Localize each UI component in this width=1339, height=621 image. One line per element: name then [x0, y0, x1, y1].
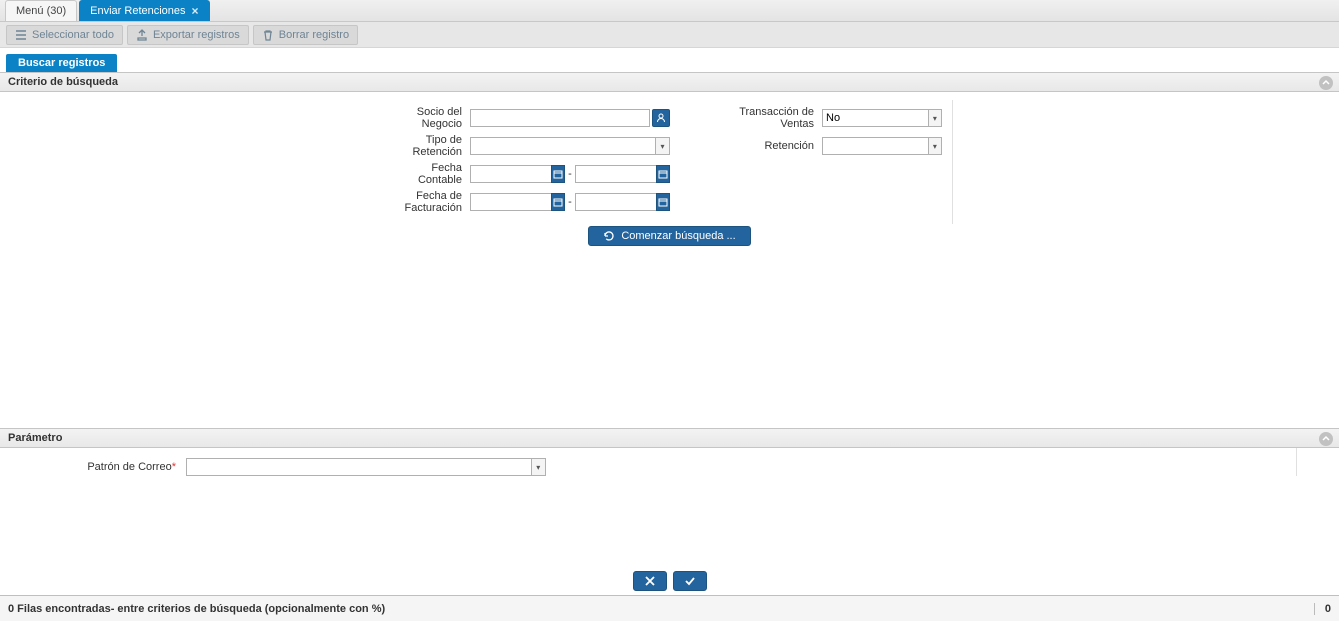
- search-label: Comenzar búsqueda ...: [621, 230, 735, 242]
- param-section: Parámetro Patrón de Correo* ▾: [0, 428, 1339, 476]
- calendar-icon[interactable]: [656, 193, 670, 211]
- select-all-button[interactable]: Seleccionar todo: [6, 25, 123, 45]
- label-sales-trx: Transacción de Ventas: [708, 106, 818, 130]
- chevron-down-icon[interactable]: ▾: [928, 109, 942, 127]
- select-all-label: Seleccionar todo: [32, 29, 114, 41]
- invoice-date-from[interactable]: [470, 193, 551, 211]
- invoice-date-to[interactable]: [575, 193, 656, 211]
- label-withholding: Retención: [708, 140, 818, 152]
- main-tabs: Menú (30) Enviar Retenciones ×: [0, 0, 1339, 22]
- collapse-icon[interactable]: [1319, 432, 1333, 446]
- toolbar: Seleccionar todo Exportar registros Borr…: [0, 22, 1339, 48]
- list-icon: [15, 29, 27, 41]
- subtab-label: Buscar registros: [18, 57, 105, 69]
- refresh-icon: [603, 230, 615, 242]
- partner-input[interactable]: [470, 109, 650, 127]
- ok-button[interactable]: [673, 571, 707, 591]
- subtab-row: Buscar registros: [0, 54, 1339, 72]
- close-icon[interactable]: ×: [192, 4, 199, 18]
- calendar-icon[interactable]: [551, 165, 565, 183]
- param-header: Parámetro: [0, 428, 1339, 448]
- date-separator: -: [568, 196, 572, 208]
- export-label: Exportar registros: [153, 29, 240, 41]
- delete-button[interactable]: Borrar registro: [253, 25, 358, 45]
- start-search-button[interactable]: Comenzar búsqueda ...: [588, 226, 750, 246]
- withholding-select[interactable]: [822, 137, 928, 155]
- acct-date-from[interactable]: [470, 165, 551, 183]
- export-button[interactable]: Exportar registros: [127, 25, 249, 45]
- status-bar: 0 Filas encontradas- entre criterios de …: [0, 595, 1339, 621]
- cancel-button[interactable]: [633, 571, 667, 591]
- criteria-header: Criterio de búsqueda: [0, 72, 1339, 92]
- chevron-down-icon[interactable]: ▾: [928, 137, 942, 155]
- criteria-title: Criterio de búsqueda: [8, 76, 118, 88]
- label-withholding-type: Tipo de Retención: [396, 134, 466, 158]
- trash-icon: [262, 29, 274, 41]
- chevron-down-icon[interactable]: ▾: [531, 458, 546, 476]
- close-icon: [643, 574, 657, 588]
- status-count: 0: [1314, 603, 1331, 615]
- label-acct-date: Fecha Contable: [396, 162, 466, 186]
- mail-pattern-select[interactable]: [186, 458, 531, 476]
- export-icon: [136, 29, 148, 41]
- tab-search-records[interactable]: Buscar registros: [6, 54, 117, 72]
- calendar-icon[interactable]: [656, 165, 670, 183]
- label-partner: Socio del Negocio: [396, 106, 466, 130]
- tab-menu-label: Menú (30): [16, 5, 66, 17]
- collapse-icon[interactable]: [1319, 76, 1333, 90]
- user-icon: [656, 113, 666, 123]
- chevron-down-icon[interactable]: ▾: [655, 137, 670, 155]
- tab-menu[interactable]: Menú (30): [5, 0, 77, 21]
- criteria-body: Socio del Negocio Transacción de Ventas …: [0, 92, 1339, 252]
- partner-lookup-button[interactable]: [652, 109, 670, 127]
- status-text: 0 Filas encontradas- entre criterios de …: [8, 603, 385, 615]
- tab-active-label: Enviar Retenciones: [90, 5, 185, 17]
- check-icon: [683, 574, 697, 588]
- tab-enviar-retenciones[interactable]: Enviar Retenciones ×: [79, 0, 209, 21]
- date-separator: -: [568, 168, 572, 180]
- label-invoice-date: Fecha de Facturación: [396, 190, 466, 214]
- action-row: [0, 571, 1339, 591]
- withholding-type-select[interactable]: [470, 137, 655, 155]
- required-marker: *: [172, 461, 176, 473]
- delete-label: Borrar registro: [279, 29, 349, 41]
- acct-date-to[interactable]: [575, 165, 656, 183]
- sales-trx-select[interactable]: [822, 109, 928, 127]
- label-mail-pattern: Patrón de Correo*: [40, 461, 180, 473]
- calendar-icon[interactable]: [551, 193, 565, 211]
- param-title: Parámetro: [8, 432, 62, 444]
